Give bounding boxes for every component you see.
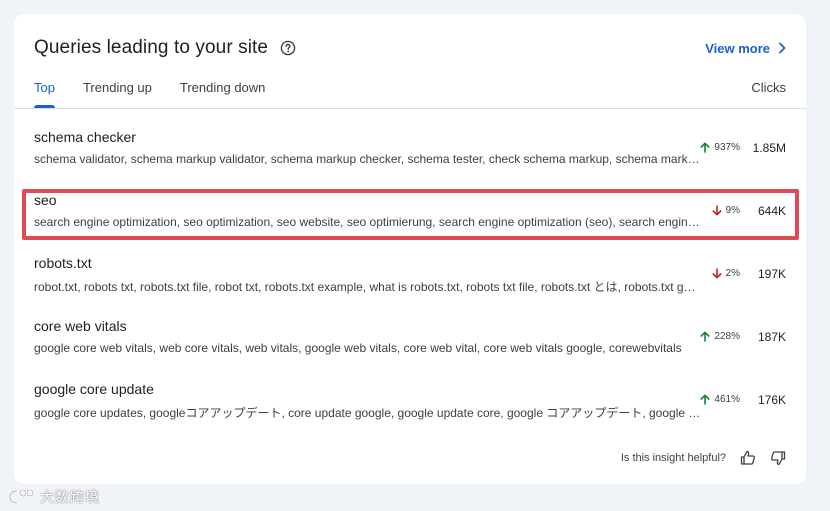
trend-value: 461%	[714, 394, 740, 405]
view-more-label: View more	[705, 40, 770, 56]
trend-indicator: 2%	[712, 268, 740, 279]
thumbs-up-button[interactable]	[740, 450, 756, 466]
query-row[interactable]: schema checker schema validator, schema …	[34, 118, 786, 170]
queries-card: Queries leading to your site View more T…	[14, 14, 806, 484]
tab-trending-down[interactable]: Trending down	[180, 76, 266, 108]
trend-value: 937%	[714, 142, 740, 153]
chevron-right-icon	[779, 42, 786, 54]
arrow-up-icon	[700, 394, 710, 405]
thumbs-down-button[interactable]	[770, 450, 786, 466]
thumbs-down-icon	[770, 451, 786, 466]
query-title: robots.txt	[34, 255, 92, 271]
related-queries: robot.txt, robots txt, robots.txt file, …	[34, 280, 702, 294]
highlight-box	[22, 189, 799, 240]
trend-value: 228%	[714, 331, 740, 342]
card-header: Queries leading to your site View more	[34, 36, 786, 60]
help-circle-icon[interactable]	[280, 40, 296, 56]
trend-indicator: 461%	[700, 394, 740, 405]
tab-top[interactable]: Top	[34, 76, 55, 108]
query-title: core web vitals	[34, 318, 127, 334]
feedback-bar: Is this insight helpful?	[621, 450, 786, 466]
related-queries: google core web vitals, web core vitals,…	[34, 341, 682, 355]
clicks-column-header: Clicks	[751, 80, 786, 95]
thumbs-up-icon	[740, 450, 756, 465]
query-row[interactable]: robots.txt robot.txt, robots txt, robots…	[34, 244, 786, 296]
related-queries: schema validator, schema markup validato…	[34, 152, 702, 166]
clicks-value: 176K	[757, 393, 786, 407]
header-divider	[14, 108, 806, 109]
trend-indicator: 937%	[700, 142, 740, 153]
query-row[interactable]: google core update google core updates, …	[34, 370, 786, 422]
trend-indicator: 228%	[700, 331, 740, 342]
arrow-up-icon	[700, 142, 710, 153]
arrow-up-icon	[700, 331, 710, 342]
clicks-value: 197K	[757, 267, 786, 281]
clicks-value: 187K	[757, 330, 786, 344]
feedback-question: Is this insight helpful?	[620, 452, 726, 464]
clicks-value: 1.85M	[752, 141, 786, 155]
query-title: google core update	[34, 381, 154, 397]
trend-value: 2%	[725, 268, 740, 279]
tab-trending-up[interactable]: Trending up	[83, 76, 152, 108]
watermark-text: 大数跨境	[40, 489, 100, 505]
related-queries: google core updates, googleコアアップデート, cor…	[34, 406, 702, 420]
query-title: schema checker	[34, 129, 136, 145]
card-title: Queries leading to your site	[34, 37, 269, 58]
watermark: 大数跨境	[8, 487, 100, 507]
arrow-down-icon	[712, 268, 722, 279]
tab-bar: Top Trending up Trending down Clicks	[34, 76, 786, 108]
query-row[interactable]: core web vitals google core web vitals, …	[34, 307, 786, 359]
watermark-logo-icon	[8, 489, 34, 505]
view-more-link[interactable]: View more	[705, 41, 786, 56]
